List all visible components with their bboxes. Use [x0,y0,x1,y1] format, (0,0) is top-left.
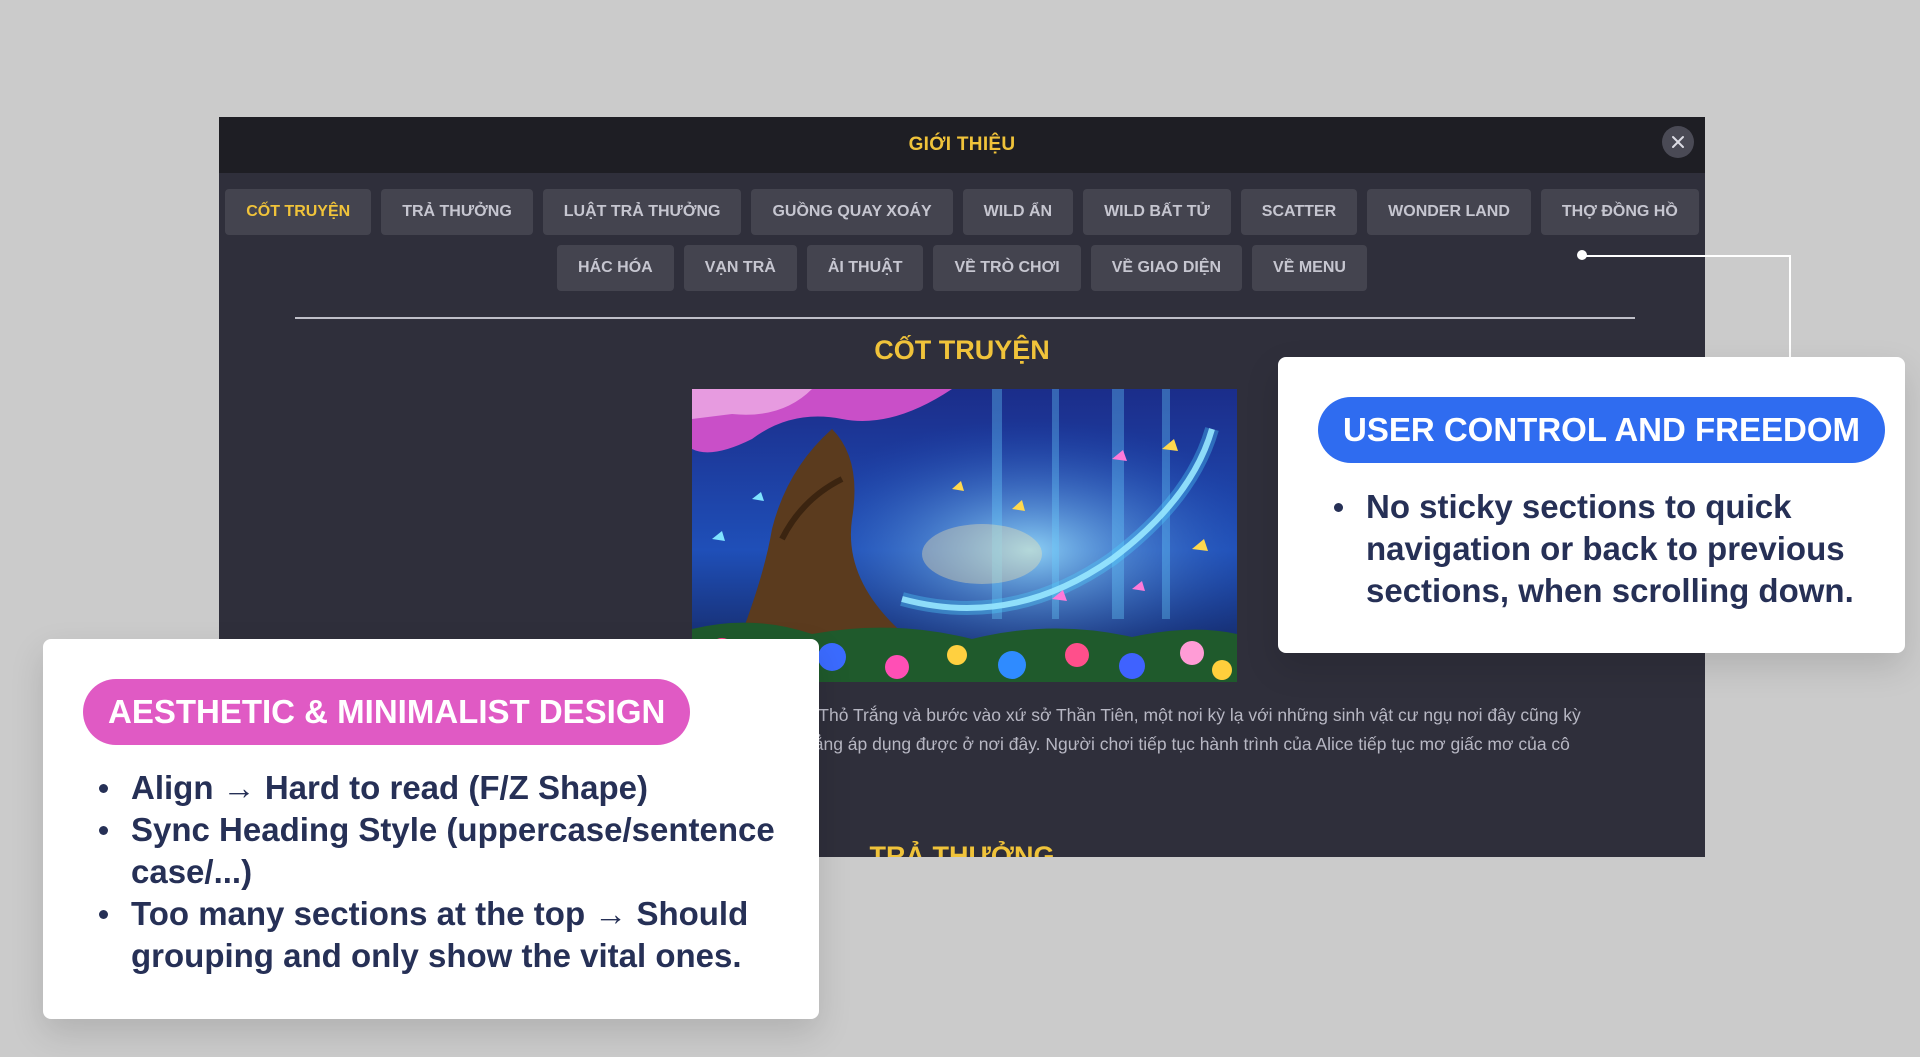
tab-wild-an[interactable]: WILD ẨN [962,189,1074,235]
tab-row-2: HÁC HÓA VẠN TRÀ ẢI THUẬT VỀ TRÒ CHƠI VỀ … [219,245,1705,291]
modal-title: GIỚI THIỆU [908,134,1016,155]
annotation-bullet: Sync Heading Style (uppercase/sentence c… [99,809,799,893]
tab-cot-truyen[interactable]: CỐT TRUYỆN [225,189,372,235]
leader-line [1582,255,1791,257]
tab-ve-giao-dien[interactable]: VỀ GIAO DIỆN [1090,245,1243,291]
section-tabs: CỐT TRUYỆN TRẢ THƯỞNG LUẬT TRẢ THƯỞNG GU… [219,189,1705,301]
tab-ai-thuat[interactable]: ẢI THUẬT [806,245,924,291]
annotation-label: AESTHETIC & MINIMALIST DESIGN [83,679,691,745]
tab-row-1: CỐT TRUYỆN TRẢ THƯỞNG LUẬT TRẢ THƯỞNG GU… [219,189,1705,235]
annotation-bullet: Align → Hard to read (F/Z Shape) [99,767,799,809]
annotation-aesthetic: AESTHETIC & MINIMALIST DESIGN Align → Ha… [43,639,819,1019]
leader-line [1789,255,1791,358]
modal-header: GIỚI THIỆU [219,117,1705,173]
annotated-screenshot: GIỚI THIỆU CỐT TRUYỆN TRẢ THƯỞNG LUẬT TR… [0,0,1920,1057]
tab-scatter[interactable]: SCATTER [1240,189,1358,235]
tab-tra-thuong[interactable]: TRẢ THƯỞNG [381,189,533,235]
annotation-bullet: No sticky sections to quick navigation o… [1334,486,1874,612]
story-line: hẳng áp dụng được ở nơi đây. Người chơi … [804,734,1570,754]
tab-guong-quay-xoay[interactable]: GUỒNG QUAY XOÁY [751,189,953,235]
tab-luat-tra-thuong[interactable]: LUẬT TRẢ THƯỞNG [542,189,742,235]
tab-van-tra[interactable]: VẠN TRÀ [683,245,797,291]
tab-tho-dong-ho[interactable]: THỢ ĐỒNG HỒ [1540,189,1699,235]
story-text: o Thỏ Trắng và bước vào xứ sở Thần Tiên,… [804,701,1624,759]
tab-wonder-land[interactable]: WONDER LAND [1367,189,1531,235]
tab-wild-bat-tu[interactable]: WILD BẤT TỬ [1083,189,1231,235]
tab-ve-menu[interactable]: VỀ MENU [1252,245,1367,291]
tab-hac-hoa[interactable]: HÁC HÓA [557,245,674,291]
annotation-bullet: Too many sections at the top → Should gr… [99,893,799,977]
annotation-user-control: USER CONTROL AND FREEDOM No sticky secti… [1278,357,1905,653]
tab-ve-tro-choi[interactable]: VỀ TRÒ CHƠI [933,245,1081,291]
annotation-bullets: No sticky sections to quick navigation o… [1334,486,1874,612]
annotation-bullets: Align → Hard to read (F/Z Shape) Sync He… [99,767,799,977]
story-line: o Thỏ Trắng và bước vào xứ sở Thần Tiên,… [804,705,1581,725]
section-divider [295,317,1635,319]
annotation-label: USER CONTROL AND FREEDOM [1318,397,1886,463]
close-button[interactable] [1662,126,1694,158]
close-icon [1672,136,1684,148]
